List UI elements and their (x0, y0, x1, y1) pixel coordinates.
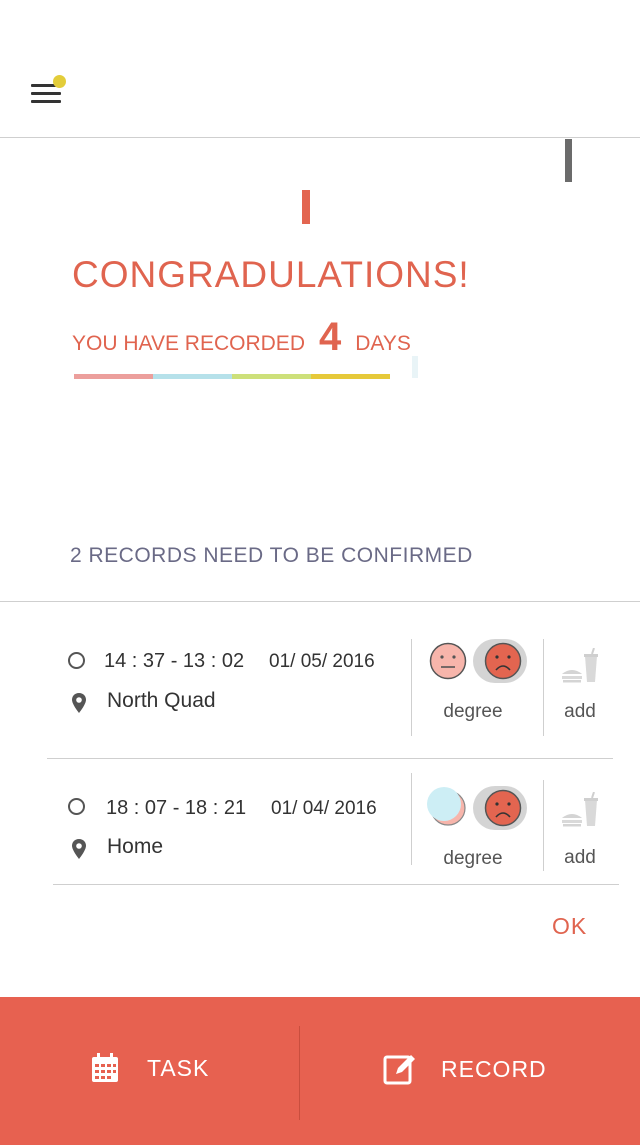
congratulations-title: CONGRADULATIONS! (72, 254, 470, 295)
records-divider (0, 601, 640, 602)
edit-icon (383, 1055, 415, 1085)
add-label[interactable]: add (556, 847, 604, 869)
recorded-prefix: YOU HAVE RECORDED (72, 332, 305, 355)
calendar-icon (92, 1053, 118, 1082)
progress-segment-2 (153, 374, 232, 379)
days-count: 4 (318, 315, 342, 359)
record-separator (411, 639, 412, 736)
recorded-days-line: YOU HAVE RECORDED 4 DAYS (72, 315, 411, 360)
sad-face-icon[interactable] (484, 642, 522, 680)
header-divider (0, 137, 640, 138)
bottom-nav-divider (299, 1026, 300, 1120)
record-location: North Quad (107, 689, 216, 712)
records-section-title: 2 RECORDS NEED TO BE CONFIRMED (70, 544, 473, 567)
degree-label: degree (443, 701, 503, 722)
record-separator (543, 639, 544, 736)
task-label: TASK (147, 1054, 210, 1081)
record-label: RECORD (441, 1055, 547, 1082)
food-drink-icon[interactable] (561, 792, 601, 828)
record-time: 18 : 07 - 18 : 21 (106, 797, 247, 819)
degree-label: degree (443, 848, 503, 869)
progress-segment-1 (74, 374, 153, 379)
record-separator (411, 773, 412, 865)
recorded-suffix: DAYS (355, 332, 411, 355)
progress-segment-3 (232, 374, 311, 379)
record-separator (543, 780, 544, 871)
notification-dot (53, 75, 66, 88)
location-pin-icon (72, 839, 86, 859)
food-drink-icon[interactable] (561, 648, 601, 684)
record-location: Home (107, 835, 164, 858)
record-time: 14 : 37 - 13 : 02 (104, 650, 245, 672)
scrollbar[interactable] (565, 139, 572, 182)
task-tab[interactable]: TASK (90, 1052, 209, 1084)
clock-icon (68, 798, 85, 815)
sad-face-icon[interactable] (484, 789, 522, 827)
neutral-face-icon[interactable] (425, 786, 469, 828)
record-tab[interactable]: RECORD (383, 1052, 547, 1086)
record-divider (53, 884, 619, 885)
location-pin-icon (72, 693, 86, 713)
days-progress-bar (74, 374, 390, 379)
progress-remaining (412, 356, 418, 378)
record-date: 01/ 05/ 2016 (269, 651, 375, 672)
record-divider (47, 758, 613, 759)
add-label[interactable]: add (556, 701, 604, 723)
record-date: 01/ 04/ 2016 (271, 798, 377, 819)
ok-button[interactable]: OK (552, 913, 587, 940)
progress-segment-4 (311, 374, 390, 379)
neutral-face-icon[interactable] (429, 642, 467, 680)
clock-icon (68, 652, 85, 669)
decorative-mark (302, 190, 310, 224)
